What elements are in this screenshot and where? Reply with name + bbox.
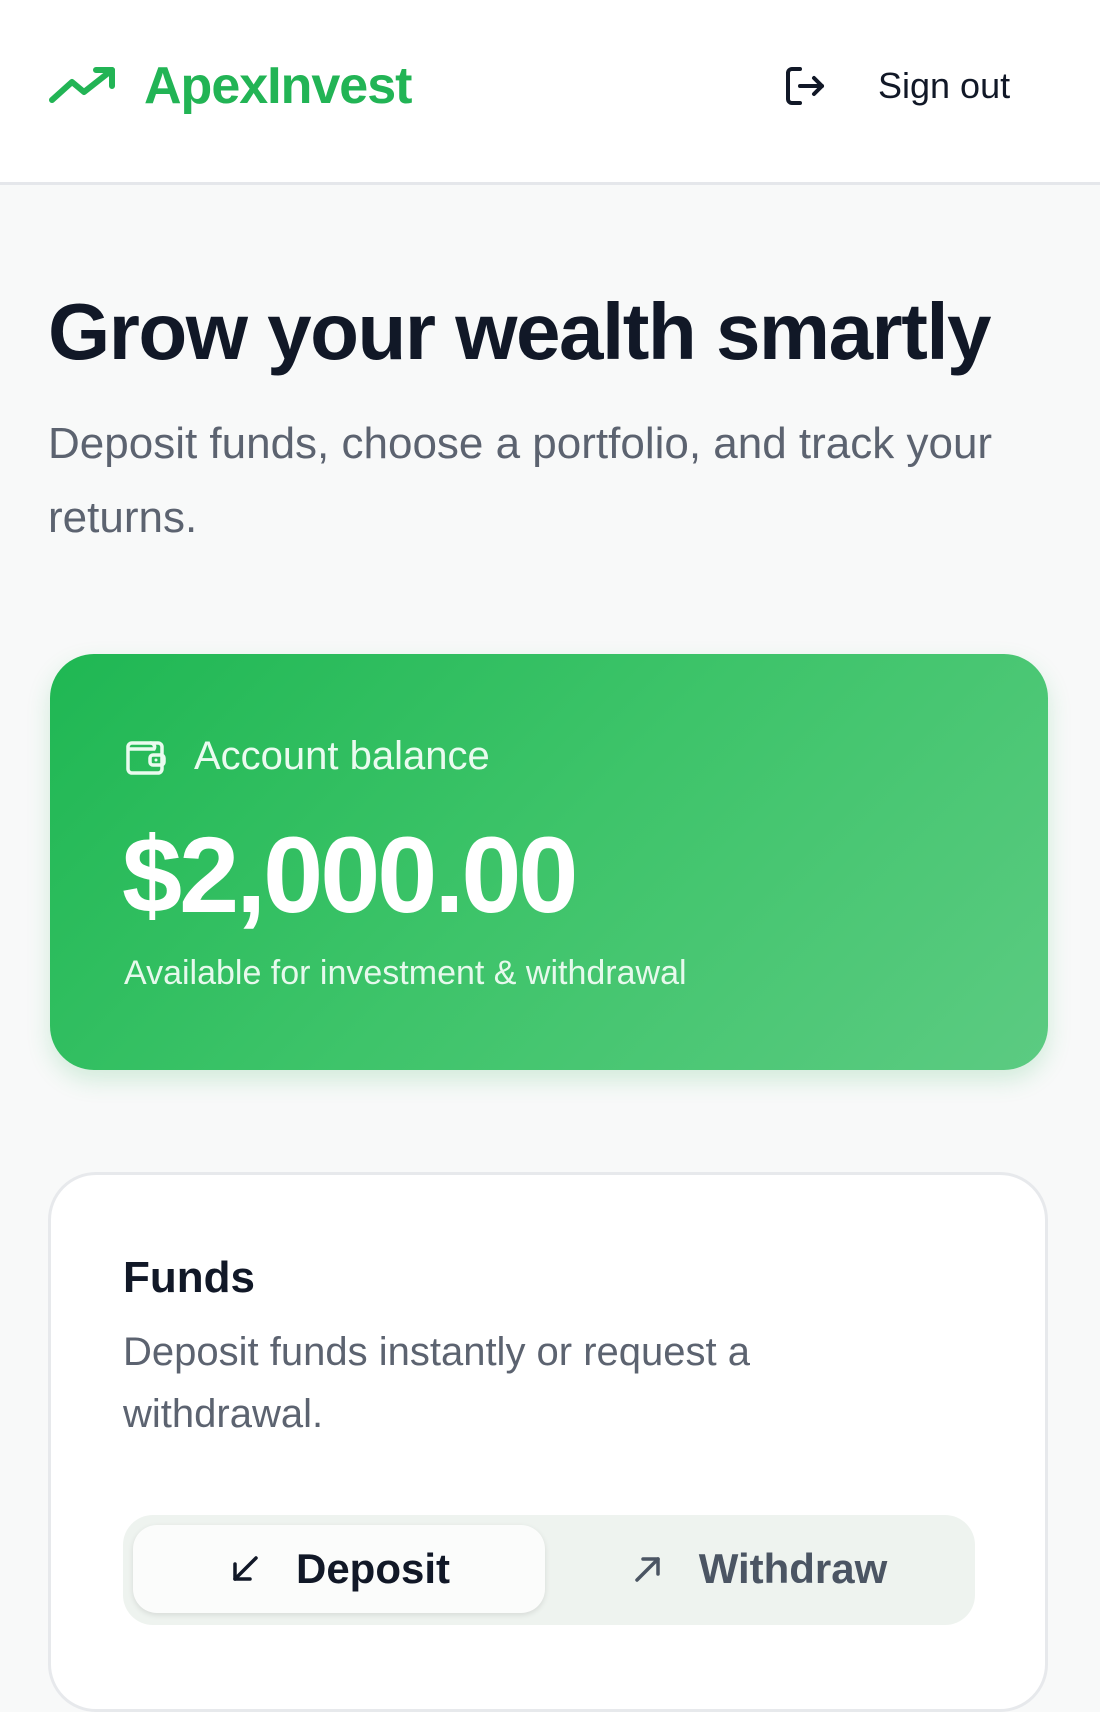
funds-card: Funds Deposit funds instantly or request… xyxy=(48,1172,1048,1712)
log-out-icon xyxy=(786,67,824,105)
tab-withdraw-label: Withdraw xyxy=(698,1545,888,1592)
tab-withdraw[interactable]: Withdraw xyxy=(553,1525,965,1613)
page-subtitle: Deposit funds, choose a portfolio, and t… xyxy=(48,419,993,542)
funds-action-toggle: Deposit Withdraw xyxy=(123,1515,975,1625)
tab-deposit[interactable]: Deposit xyxy=(133,1525,545,1613)
sign-out-button[interactable]: Sign out xyxy=(780,58,1010,114)
balance-note: Available for investment & withdrawal xyxy=(124,954,687,992)
balance-label: Account balance xyxy=(194,734,490,778)
balance-amount: $2,000.00 xyxy=(122,814,578,935)
wallet-icon xyxy=(126,740,166,775)
tab-deposit-label: Deposit xyxy=(295,1545,450,1592)
arrow-up-right-icon xyxy=(634,1557,660,1582)
page-title: Grow your wealth smartly xyxy=(48,287,992,376)
sign-out-label: Sign out xyxy=(878,65,1011,106)
brand-logo[interactable]: ApexInvest xyxy=(48,56,412,116)
brand-name: ApexInvest xyxy=(144,57,412,115)
account-balance-card: Account balance $2,000.00 Available for … xyxy=(50,654,1048,1070)
balance-label-row: Account balance xyxy=(124,734,490,779)
arrow-down-left-icon xyxy=(233,1556,258,1581)
top-bar: ApexInvest Sign out xyxy=(0,0,1100,185)
funds-title: Funds xyxy=(123,1253,255,1302)
trending-up-icon xyxy=(49,67,115,103)
funds-description: Deposit funds instantly or request a wit… xyxy=(123,1330,751,1436)
